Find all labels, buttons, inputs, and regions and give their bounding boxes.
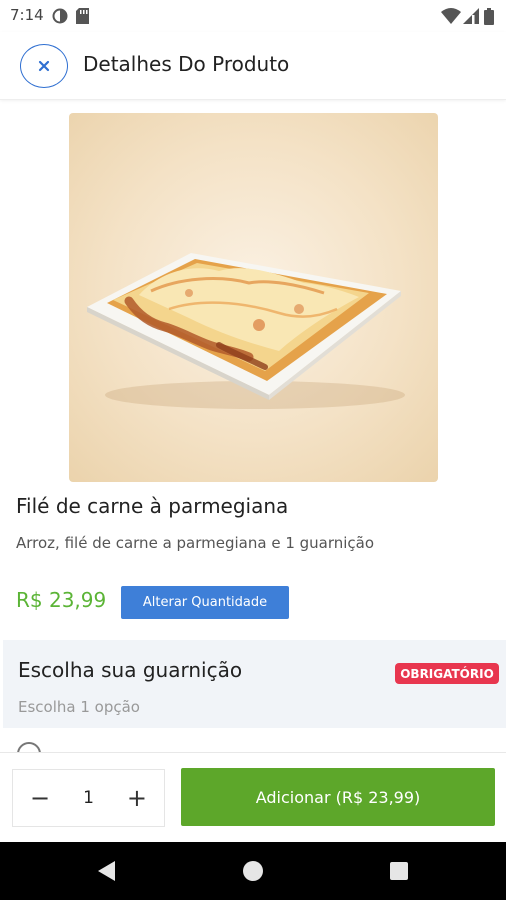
product-name: Filé de carne à parmegiana — [16, 494, 289, 518]
quantity-stepper: − 1 + — [12, 769, 165, 827]
wifi-icon — [441, 8, 461, 28]
add-to-cart-button[interactable]: Adicionar (R$ 23,99) — [181, 768, 495, 826]
product-description: Arroz, filé de carne a parmegiana e 1 gu… — [16, 534, 375, 552]
back-icon[interactable] — [98, 861, 115, 881]
section-title: Escolha sua guarnição — [18, 658, 243, 682]
battery-icon — [484, 8, 494, 29]
quantity-value: 1 — [83, 788, 94, 808]
status-time: 7:14 — [10, 6, 44, 24]
system-nav-bar — [0, 842, 506, 900]
close-button[interactable] — [20, 44, 68, 88]
sd-card-icon — [76, 8, 89, 28]
status-bar: 7:14 — [0, 0, 506, 32]
page-title: Detalhes Do Produto — [83, 52, 290, 76]
home-icon[interactable] — [243, 861, 263, 881]
required-badge: OBRIGATÓRIO — [395, 663, 499, 684]
recents-icon[interactable] — [390, 862, 408, 880]
product-image — [69, 113, 438, 482]
change-quantity-button[interactable]: Alterar Quantidade — [121, 586, 289, 619]
section-subtitle: Escolha 1 opção — [18, 698, 140, 716]
increase-button[interactable]: + — [126, 786, 148, 810]
decrease-button[interactable]: − — [29, 786, 51, 810]
close-icon — [38, 57, 50, 76]
product-price: R$ 23,99 — [16, 588, 107, 612]
side-dish-section: Escolha sua guarnição OBRIGATÓRIO Escolh… — [3, 640, 506, 728]
signal-icon — [463, 8, 479, 28]
app-header: Detalhes Do Produto — [0, 32, 506, 100]
cart-bar: − 1 + Adicionar (R$ 23,99) — [0, 752, 506, 842]
data-saver-icon — [52, 8, 68, 28]
